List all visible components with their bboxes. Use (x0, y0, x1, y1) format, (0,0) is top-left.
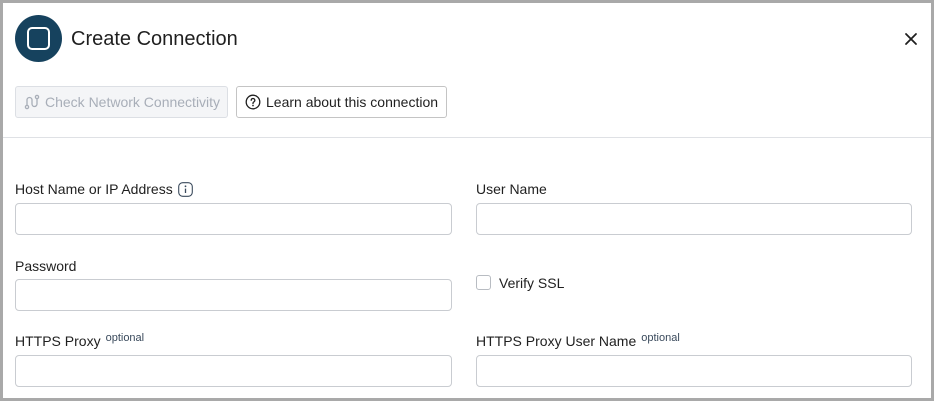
network-path-icon (24, 94, 40, 110)
https-proxy-user-optional-tag: optional (641, 332, 680, 344)
host-label-row: Host Name or IP Address (15, 180, 193, 198)
https-proxy-user-label: HTTPS Proxy User Name (476, 333, 637, 349)
password-label: Password (15, 258, 77, 274)
https-proxy-optional-tag: optional (105, 332, 145, 344)
dialog-toolbar: Check Network Connectivity Learn about t… (3, 86, 931, 122)
https-proxy-input[interactable] (15, 355, 452, 387)
create-connection-dialog: Create Connection Check Network Connecti… (3, 3, 931, 398)
https-proxy-label: HTTPS Proxy (15, 333, 101, 349)
user-name-label: User Name (476, 181, 547, 197)
verify-ssl-checkbox[interactable] (476, 275, 491, 290)
square-app-logo-icon (15, 15, 62, 62)
close-icon[interactable] (901, 29, 921, 49)
verify-ssl-label: Verify SSL (499, 275, 565, 291)
https-proxy-label-row: HTTPS Proxy optional (15, 332, 144, 350)
question-circle-icon (245, 94, 261, 110)
info-icon[interactable] (177, 181, 193, 197)
check-network-connectivity-button[interactable]: Check Network Connectivity (15, 86, 228, 118)
user-name-input[interactable] (476, 203, 912, 235)
dialog-header: Create Connection (3, 3, 931, 75)
learn-about-connection-button[interactable]: Learn about this connection (236, 86, 447, 118)
https-proxy-user-input[interactable] (476, 355, 912, 387)
https-proxy-user-label-row: HTTPS Proxy User Name optional (476, 332, 680, 350)
check-network-connectivity-label: Check Network Connectivity (45, 94, 221, 110)
host-label: Host Name or IP Address (15, 181, 173, 197)
password-input[interactable] (15, 279, 452, 311)
learn-about-connection-label: Learn about this connection (266, 94, 439, 110)
host-input[interactable] (15, 203, 452, 235)
dialog-title: Create Connection (71, 28, 238, 50)
header-divider (3, 137, 931, 138)
